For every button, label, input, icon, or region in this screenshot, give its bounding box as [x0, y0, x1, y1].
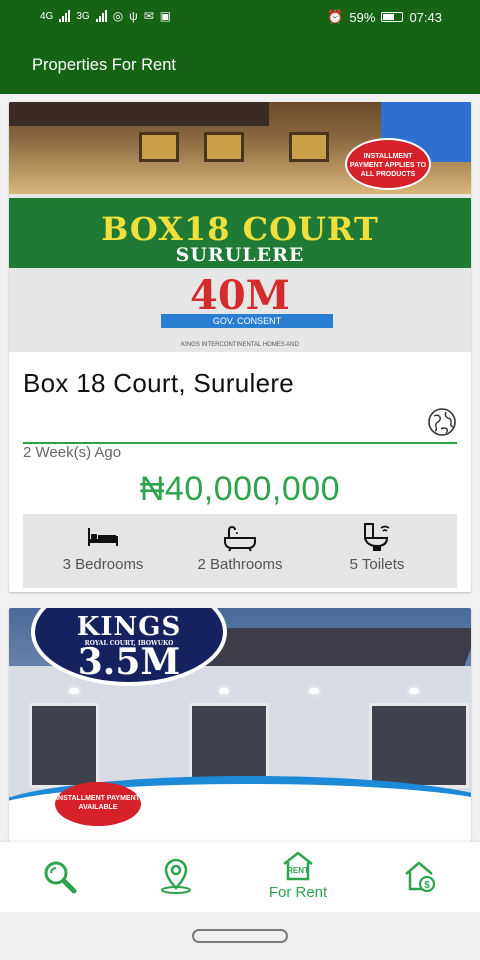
window-shape [204, 132, 244, 162]
window-shape [289, 132, 329, 162]
banner-headline: KINGS [76, 612, 182, 642]
status-indicators-right: ⏰ 59% 07:43 [327, 9, 442, 25]
bathrooms-label: 2 Bathrooms [197, 556, 283, 573]
toilets-label: 5 Toilets [349, 556, 405, 573]
nav-search[interactable] [0, 842, 120, 912]
rent-house-icon[interactable]: RENT [281, 850, 315, 882]
amenities-bar: 3 Bedrooms 2 Bathrooms 5 Toilets [23, 514, 457, 588]
light-shape [219, 688, 229, 694]
amenity-toilets: 5 Toilets [305, 514, 449, 588]
banner-price: 3.5M [77, 641, 181, 683]
status-bar: 4G 3G ◎ ψ ✉ ▣ ⏰ 59% 07:43 [0, 0, 480, 34]
nav-for-rent-label: For Rent [268, 884, 328, 901]
bathtub-icon [224, 526, 256, 552]
globe-icon[interactable] [427, 407, 457, 437]
svg-text:RENT: RENT [287, 866, 309, 875]
toilet-icon [364, 523, 390, 551]
amenity-bedrooms: 3 Bedrooms [31, 514, 175, 588]
listing-image[interactable]: INSTALLMENT PAYMENT APPLIES TO ALL PRODU… [9, 102, 471, 352]
status-indicators-left: 4G 3G ◎ ψ ✉ ▣ [40, 9, 171, 23]
page-title: Properties For Rent [32, 56, 176, 74]
banner-headline: BOX18 COURT [101, 210, 379, 248]
listing-price: ₦40,000,000 [139, 470, 341, 508]
nav-location[interactable] [116, 842, 236, 912]
home-gesture-bar[interactable] [192, 929, 288, 943]
signal-icon [59, 10, 71, 22]
alarm-icon: ⏰ [327, 9, 344, 24]
network-4g-label: 4G [40, 10, 54, 22]
listings-list[interactable]: INSTALLMENT PAYMENT APPLIES TO ALL PRODU… [0, 94, 480, 842]
battery-icon [381, 12, 404, 22]
light-shape [309, 688, 319, 694]
listing-image[interactable]: KINGS ROYAL COURT, IBOWUKO 3.5M INSTALLM… [9, 608, 471, 842]
installment-badge: INSTALLMENT PAYMENT AVAILABLE [55, 782, 141, 826]
light-shape [69, 688, 79, 694]
roof-shape [201, 628, 471, 668]
posted-time: 2 Week(s) Ago [23, 444, 122, 461]
usb-icon: ψ [129, 9, 138, 23]
svg-text:$: $ [424, 880, 430, 891]
notification-icon: ▣ [159, 9, 172, 23]
signal-icon [95, 10, 107, 22]
nav-for-rent[interactable]: RENT For Rent [238, 842, 358, 912]
garage-shape [369, 703, 469, 788]
bed-icon [88, 528, 118, 546]
light-shape [409, 688, 419, 694]
banner-headline-box: BOX18 COURT SURULERE [9, 206, 471, 268]
bedrooms-label: 3 Bedrooms [62, 556, 144, 573]
banner-footer: KINGS INTERCONTINENTAL HOMES AND [181, 342, 299, 348]
listing-card[interactable]: KINGS ROYAL COURT, IBOWUKO 3.5M INSTALLM… [9, 608, 471, 842]
banner-stripe [9, 198, 471, 206]
window-shape [139, 132, 179, 162]
amenity-bathrooms: 2 Bathrooms [168, 514, 312, 588]
bottom-nav: RENT For Rent $ [0, 842, 480, 912]
battery-percent: 59% [349, 9, 376, 25]
listing-card[interactable]: INSTALLMENT PAYMENT APPLIES TO ALL PRODU… [9, 102, 471, 592]
banner-price: 40M [190, 272, 290, 319]
garage-shape [29, 703, 99, 788]
banner-consent: GOV. CONSENT [161, 314, 333, 328]
listing-title[interactable]: Box 18 Court, Surulere [23, 368, 294, 399]
clock: 07:43 [409, 9, 442, 25]
system-nav-bar [0, 912, 480, 960]
installment-badge: INSTALLMENT PAYMENT APPLIES TO ALL PRODU… [345, 138, 431, 190]
banner-subheadline: SURULERE [175, 244, 305, 266]
network-3g-label: 3G [76, 10, 90, 22]
hotspot-icon: ◎ [112, 9, 124, 23]
roof-shape [9, 102, 269, 126]
search-icon[interactable] [43, 860, 77, 894]
app-bar: Properties For Rent [0, 34, 480, 94]
banner-circle: KINGS ROYAL COURT, IBOWUKO 3.5M [31, 608, 227, 686]
mail-icon: ✉ [143, 9, 154, 23]
map-pin-icon[interactable] [159, 858, 193, 894]
nav-for-sale[interactable]: $ [360, 842, 480, 912]
sale-house-icon[interactable]: $ [403, 860, 437, 894]
